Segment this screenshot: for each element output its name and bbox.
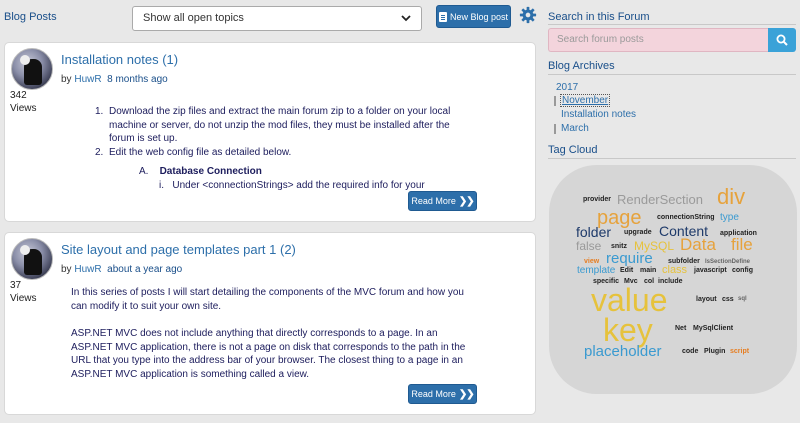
document-icon (438, 11, 447, 22)
tag-link-code[interactable]: code (682, 348, 698, 355)
post-date-link[interactable]: about a year ago (107, 264, 182, 275)
tag-link-sql[interactable]: sql (738, 296, 747, 302)
search-heading: Search in this Forum (548, 11, 650, 23)
tag-link-layout[interactable]: layout (696, 296, 717, 303)
tag-link-template[interactable]: template (577, 266, 615, 276)
tag-link-view[interactable]: view (584, 258, 599, 265)
archive-year-link[interactable]: 2017 (556, 82, 578, 93)
tag-link-upgrade[interactable]: upgrade (624, 229, 652, 236)
author-link[interactable]: HuwR (74, 74, 101, 85)
tree-branch (554, 96, 556, 106)
divider (548, 158, 796, 159)
reply-count: (1) (162, 52, 179, 67)
search-input[interactable]: Search forum posts (548, 28, 768, 52)
new-blog-post-button[interactable]: New Blog post (436, 5, 511, 28)
author-link[interactable]: HuwR (74, 264, 101, 275)
divider (548, 74, 796, 75)
post-excerpt-paragraph: In this series of posts I will start det… (71, 287, 464, 312)
tag-link-provider[interactable]: provider (583, 196, 611, 203)
archive-post-link[interactable]: Installation notes (561, 109, 636, 120)
tag-link-main[interactable]: main (640, 267, 656, 274)
read-more-button[interactable]: Read More ❯❯ (408, 191, 477, 211)
reply-count: (2) (280, 242, 296, 257)
tag-link-issectiondefine[interactable]: IsSectionDefine (705, 259, 750, 265)
tag-link-rendersection[interactable]: RenderSection (617, 193, 703, 206)
sub-list-item-i-text: Under <connectionStrings> add the requir… (172, 180, 425, 191)
double-chevron-right-icon: ❯❯ (458, 195, 475, 207)
archive-month-link[interactable]: March (561, 123, 589, 134)
post-title-link[interactable]: Site layout and page templates part 1 (2… (61, 242, 296, 257)
tree-branch (554, 124, 556, 134)
tag-link-connectionstring[interactable]: connectionString (657, 214, 715, 221)
tag-link-plugin[interactable]: Plugin (704, 348, 725, 355)
views-count: 342 (10, 90, 27, 101)
list-item: 2. Edit the web config file as detailed b… (95, 146, 292, 158)
sub-list-item-a: A. Database Connection (139, 166, 262, 177)
tag-link-script[interactable]: script (730, 348, 749, 355)
install-steps-list: 1. Download the zip files and extract the… (95, 105, 455, 159)
read-more-button[interactable]: Read More ❯❯ (408, 384, 477, 404)
tag-cloud: provider RenderSection div page connecti… (549, 165, 797, 394)
tag-link-snitz[interactable]: snitz (611, 243, 627, 250)
tag-link-javascript[interactable]: javascript (694, 267, 727, 274)
avatar[interactable] (11, 48, 53, 90)
chevron-down-icon (401, 15, 411, 22)
views-count: 37 (10, 280, 22, 291)
views-label: Views (10, 293, 37, 304)
tag-link-css[interactable]: css (722, 296, 734, 303)
post-byline: by HuwR 8 months ago (61, 74, 168, 85)
tag-cloud-heading: Tag Cloud (548, 144, 598, 156)
list-item: 1. Download the zip files and extract the… (95, 106, 451, 144)
avatar[interactable] (11, 238, 53, 280)
post-title-text[interactable]: Site layout and page templates part 1 (61, 242, 276, 257)
blog-post-card: 37 Views Site layout and page templates … (4, 232, 536, 415)
tag-link-div[interactable]: div (717, 186, 745, 208)
post-excerpt-paragraph: ASP.NET MVC does not include anything th… (71, 328, 466, 380)
tag-link-folder[interactable]: folder (576, 225, 611, 239)
gear-icon[interactable] (519, 6, 537, 24)
search-icon (776, 34, 788, 46)
double-chevron-right-icon: ❯❯ (458, 388, 475, 400)
byline-by: by (61, 74, 72, 85)
sub-list-item-i: i. Under <connectionStrings> add the req… (159, 180, 425, 191)
tag-link-net[interactable]: Net (675, 325, 686, 332)
divider (548, 24, 796, 25)
post-byline: by HuwR about a year ago (61, 264, 182, 275)
blog-toolbar: Blog Posts Show all open topics New Blog… (0, 0, 545, 36)
read-more-label: Read More (411, 196, 456, 206)
tag-link-key[interactable]: key (603, 314, 653, 346)
tag-link-type[interactable]: type (720, 213, 739, 223)
search-button[interactable] (768, 28, 796, 52)
new-blog-post-label: New Blog post (449, 11, 509, 22)
page-title: Blog Posts (4, 11, 57, 23)
tag-link-config[interactable]: config (732, 267, 753, 274)
tag-link-placeholder[interactable]: placeholder (584, 344, 662, 359)
tag-link-false[interactable]: false (576, 240, 601, 252)
blog-post-card: 342 Views Installation notes (1) by HuwR… (4, 42, 536, 222)
post-title-link[interactable]: Installation notes (1) (61, 52, 178, 67)
archives-heading: Blog Archives (548, 60, 615, 72)
tag-link-mysqlclient[interactable]: MySqlClient (693, 325, 733, 332)
archive-month-link[interactable]: November (560, 94, 611, 107)
views-label: Views (10, 103, 37, 114)
tag-link-file[interactable]: file (731, 236, 753, 253)
read-more-label: Read More (411, 389, 456, 399)
byline-by: by (61, 264, 72, 275)
tag-link-require[interactable]: require (606, 251, 653, 266)
topic-filter-value: Show all open topics (143, 12, 244, 24)
topic-filter-select[interactable]: Show all open topics (132, 6, 422, 31)
tag-link-class[interactable]: class (662, 265, 687, 276)
sub-list-item-a-text: Database Connection (159, 166, 262, 177)
tag-link-data[interactable]: Data (680, 236, 716, 253)
tag-link-edit[interactable]: Edit (620, 267, 633, 274)
post-title-text[interactable]: Installation notes (61, 52, 159, 67)
post-date-link[interactable]: 8 months ago (107, 74, 168, 85)
